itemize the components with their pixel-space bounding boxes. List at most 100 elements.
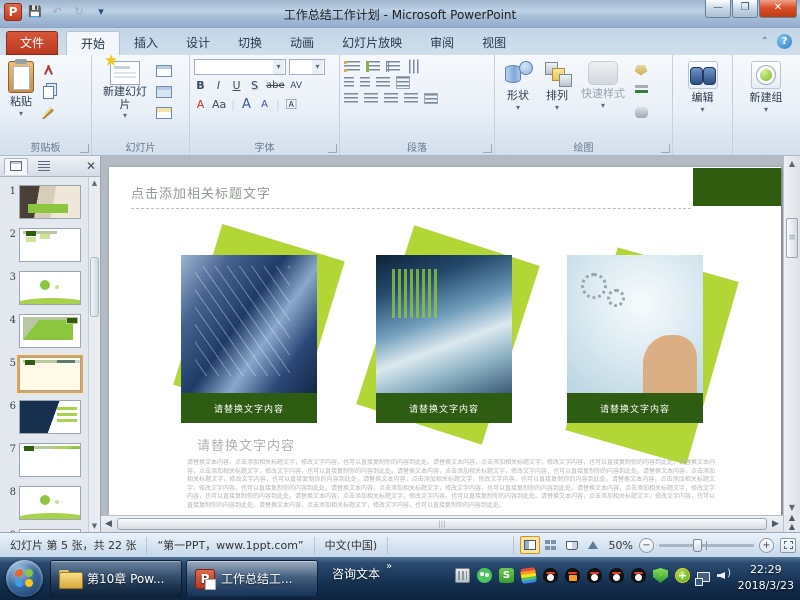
outline-tab[interactable] <box>32 158 56 175</box>
tab-插入[interactable]: 插入 <box>120 31 172 55</box>
panel-scroll-up-icon[interactable]: ▲ <box>90 179 99 187</box>
close-panel-icon[interactable]: ✕ <box>86 159 96 173</box>
minimize-button[interactable]: — <box>705 0 731 18</box>
tray-keyboard-icon[interactable] <box>455 568 470 583</box>
language-indicator[interactable]: 中文(中国) <box>315 537 389 554</box>
zoom-in-button[interactable]: + <box>759 538 774 553</box>
restore-button[interactable]: ❐ <box>732 0 758 18</box>
close-button[interactable]: ✕ <box>759 0 797 18</box>
tab-切换[interactable]: 切换 <box>224 31 276 55</box>
editing-button[interactable]: 编辑 ▾ <box>677 59 728 116</box>
change-case-button[interactable]: Aa <box>212 98 226 111</box>
help-icon[interactable]: ? <box>777 34 792 49</box>
panel-scroll-thumb[interactable] <box>90 257 99 317</box>
taskbar-toolbar[interactable]: 咨询文本 » <box>332 565 392 582</box>
new-slide-dropdown-caret[interactable]: ▾ <box>123 111 127 120</box>
scroll-right-icon[interactable]: ▶ <box>768 516 783 532</box>
align-center-button[interactable] <box>364 93 378 104</box>
minimize-ribbon-icon[interactable]: ⌃ <box>761 36 769 47</box>
text-shadow-button[interactable]: S <box>248 79 261 92</box>
underline-button[interactable]: U <box>230 79 243 92</box>
horizontal-scrollbar[interactable]: ◀ ▶ <box>101 515 783 532</box>
tray-qq-3-icon[interactable] <box>609 568 624 583</box>
panel-scrollbar[interactable]: ▲ ▼ <box>88 177 100 532</box>
tray-network-icon[interactable] <box>697 572 710 582</box>
shapes-button[interactable]: 形状 ▾ <box>499 59 537 121</box>
staircase-photo[interactable] <box>181 255 317 393</box>
previous-slide-button[interactable]: ▲▲ <box>789 513 795 531</box>
tray-qq-2-icon[interactable] <box>587 568 602 583</box>
line-spacing-button[interactable] <box>386 61 400 72</box>
paste-button[interactable]: 粘贴 ▾ <box>4 59 38 122</box>
tray-sogou-icon[interactable]: S <box>499 568 514 583</box>
font-size-combobox[interactable] <box>289 59 325 75</box>
caption-bar[interactable]: 请替换文字内容 <box>376 393 512 423</box>
new-slide-button[interactable]: 新建幻灯片 ▾ <box>96 59 154 122</box>
drawing-dialog-launcher[interactable] <box>661 144 670 153</box>
cut-button[interactable] <box>38 62 58 80</box>
corner-accent-block[interactable] <box>693 168 781 206</box>
section-button[interactable] <box>154 104 174 122</box>
zoom-level[interactable]: 50% <box>609 539 633 552</box>
tray-qq-icon[interactable] <box>543 568 558 583</box>
shape-outline-button[interactable] <box>631 82 651 100</box>
slide-sorter-view-button[interactable] <box>541 536 561 554</box>
slide-title-placeholder[interactable]: 点击添加相关标题文字 <box>131 183 271 202</box>
slide-figure-3[interactable]: 请替换文字内容 <box>567 255 703 423</box>
thumbnail-preview[interactable] <box>19 185 81 219</box>
clear-formatting-button[interactable]: 🄰 <box>285 96 298 112</box>
slide-figure-1[interactable]: 请替换文字内容 <box>181 255 317 423</box>
tray-qq-biz-icon[interactable] <box>565 568 580 583</box>
taskbar-button-folder[interactable]: 第10章 Pow... <box>50 560 182 597</box>
normal-view-button[interactable] <box>520 536 540 554</box>
scroll-down-icon[interactable]: ▼ <box>784 503 800 512</box>
slide-thumbnail-6[interactable]: 6 <box>4 400 88 434</box>
quick-styles-button[interactable]: 快速样式 ▾ <box>577 59 629 121</box>
thumbnail-preview[interactable] <box>19 443 81 477</box>
paragraph-dialog-launcher[interactable] <box>483 144 492 153</box>
thumbnail-preview[interactable] <box>19 486 81 520</box>
tab-开始[interactable]: 开始 <box>66 31 120 55</box>
tab-视图[interactable]: 视图 <box>468 31 520 55</box>
slide-thumbnail-3[interactable]: 3 <box>4 271 88 305</box>
slides-tab[interactable] <box>4 158 28 175</box>
zoom-out-button[interactable]: − <box>639 538 654 553</box>
new-group-button[interactable]: 新建组 ▾ <box>737 59 795 116</box>
slide-thumbnail-5[interactable]: 5 <box>4 357 88 391</box>
caption-bar[interactable]: 请替换文字内容 <box>567 393 703 423</box>
hand-gears-photo[interactable] <box>567 255 703 393</box>
shrink-font-button[interactable]: A <box>258 99 271 110</box>
hand-mouse-photo[interactable] <box>376 255 512 393</box>
bold-button[interactable]: B <box>194 79 207 92</box>
thumbnail-preview[interactable] <box>19 357 81 391</box>
reset-slide-button[interactable] <box>154 83 174 101</box>
italic-button[interactable]: I <box>212 79 225 92</box>
zoom-slider-thumb[interactable] <box>693 539 702 552</box>
tray-qq-4-icon[interactable] <box>631 568 646 583</box>
slide-subheading[interactable]: 请替换文字内容 <box>197 435 295 454</box>
font-name-combobox[interactable] <box>194 59 286 75</box>
scroll-left-icon[interactable]: ◀ <box>101 516 116 532</box>
tab-审阅[interactable]: 审阅 <box>416 31 468 55</box>
slide-layout-button[interactable] <box>154 62 174 80</box>
chevron-icon[interactable]: » <box>386 561 392 572</box>
tab-动画[interactable]: 动画 <box>276 31 328 55</box>
slide-thumbnail-2[interactable]: 2 <box>4 228 88 262</box>
columns-button[interactable] <box>376 77 390 88</box>
thumbnail-preview[interactable] <box>19 314 81 348</box>
reading-view-button[interactable] <box>562 536 582 554</box>
bullets-button[interactable] <box>344 61 360 72</box>
paste-dropdown-caret[interactable]: ▾ <box>19 109 23 118</box>
slide-thumbnail-8[interactable]: 8 <box>4 486 88 520</box>
thumbnail-preview[interactable] <box>19 400 81 434</box>
tab-幻灯片放映[interactable]: 幻灯片放映 <box>328 31 416 55</box>
align-right-button[interactable] <box>384 93 398 104</box>
slideshow-view-button[interactable] <box>583 536 603 554</box>
slide-body-text[interactable]: 请替换文本内容，点击添加相关标题文字，修改文字内容，也可以直接复制你的内容到此处… <box>187 459 715 509</box>
start-button[interactable] <box>6 560 43 597</box>
tab-file[interactable]: 文件 <box>6 31 58 55</box>
fit-to-window-button[interactable] <box>780 538 796 553</box>
shape-fill-button[interactable] <box>631 61 651 79</box>
thumbnail-preview[interactable] <box>19 228 81 262</box>
font-dialog-launcher[interactable] <box>328 144 337 153</box>
